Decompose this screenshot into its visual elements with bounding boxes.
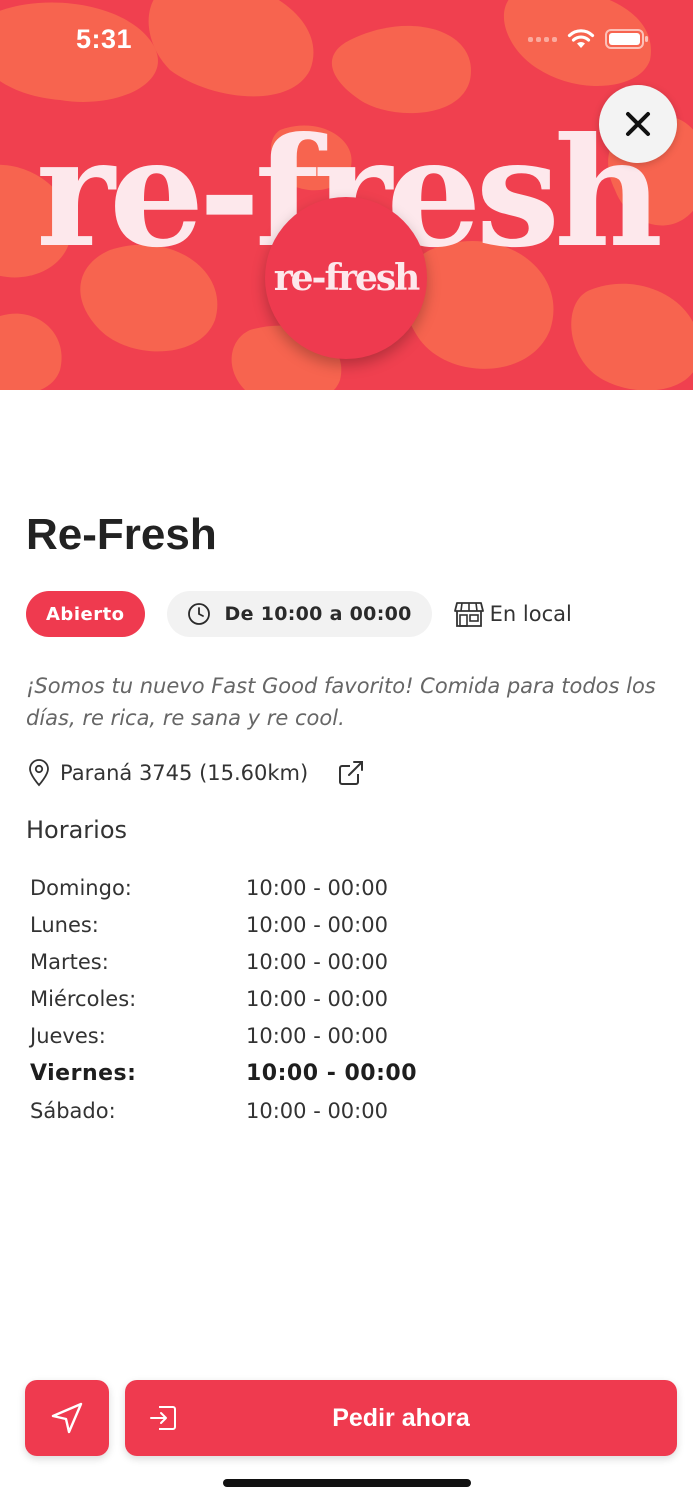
hours-row: Lunes: 10:00 - 00:00 bbox=[30, 906, 417, 943]
hours-chip-label: De 10:00 a 00:00 bbox=[224, 603, 412, 625]
hours-day: Miércoles: bbox=[30, 987, 137, 1012]
status-bar: 5:31 bbox=[0, 0, 693, 80]
hours-table: Domingo: 10:00 - 00:00 Lunes: 10:00 - 00… bbox=[30, 869, 417, 1129]
hours-row: Domingo: 10:00 - 00:00 bbox=[30, 869, 417, 906]
logo-text: re-fresh bbox=[273, 257, 421, 299]
store-name: Re-Fresh bbox=[26, 510, 217, 559]
status-badge: Abierto bbox=[26, 591, 145, 637]
home-indicator bbox=[223, 1479, 471, 1487]
hours-day: Lunes: bbox=[30, 912, 99, 937]
close-icon bbox=[626, 112, 650, 136]
status-time: 5:31 bbox=[76, 24, 133, 54]
navigation-arrow-icon bbox=[51, 1402, 83, 1434]
hours-time: 10:00 - 00:00 bbox=[246, 1061, 418, 1087]
hours-time: 10:00 - 00:00 bbox=[246, 987, 388, 1012]
hours-chip: De 10:00 a 00:00 bbox=[166, 591, 432, 637]
hours-day: Jueves: bbox=[30, 1024, 106, 1049]
hours-time: 10:00 - 00:00 bbox=[246, 949, 388, 974]
external-link-icon[interactable] bbox=[338, 760, 364, 786]
store-logo: re-fresh bbox=[265, 197, 427, 359]
signal-icon bbox=[528, 36, 557, 42]
address-text: Paraná 3745 (15.60km) bbox=[60, 761, 309, 785]
hours-time: 10:00 - 00:00 bbox=[246, 912, 388, 937]
hours-day: Viernes: bbox=[30, 1061, 137, 1087]
hours-time: 10:00 - 00:00 bbox=[246, 1098, 388, 1123]
order-now-label: Pedir ahora bbox=[332, 1403, 470, 1432]
hours-time: 10:00 - 00:00 bbox=[246, 875, 388, 900]
hours-row: Martes: 10:00 - 00:00 bbox=[30, 943, 417, 980]
hours-row: Sábado: 10:00 - 00:00 bbox=[30, 1092, 417, 1129]
close-button[interactable] bbox=[599, 85, 677, 163]
battery-icon bbox=[605, 29, 648, 49]
service-type-label: En local bbox=[489, 602, 572, 626]
location-pin-icon bbox=[28, 759, 50, 787]
store-address: Paraná 3745 (15.60km) bbox=[28, 759, 364, 787]
order-now-button[interactable]: Pedir ahora bbox=[125, 1380, 677, 1456]
store-icon bbox=[453, 602, 484, 627]
navigate-button[interactable] bbox=[25, 1380, 109, 1456]
hours-title: Horarios bbox=[26, 816, 128, 844]
clock-icon bbox=[187, 603, 210, 625]
hours-row: Jueves: 10:00 - 00:00 bbox=[30, 1018, 417, 1055]
hours-row: Miércoles: 10:00 - 00:00 bbox=[30, 981, 417, 1018]
wifi-icon bbox=[567, 29, 595, 48]
store-description: ¡Somos tu nuevo Fast Good favorito! Comi… bbox=[26, 674, 656, 730]
store-info-chips: Abierto De 10:00 a 00:00 En local bbox=[26, 591, 572, 637]
hours-day: Martes: bbox=[30, 949, 109, 974]
hours-day: Sábado: bbox=[30, 1098, 116, 1123]
service-type: En local bbox=[453, 600, 572, 628]
hours-day: Domingo: bbox=[30, 875, 132, 900]
hours-row-today: Viernes: 10:00 - 00:00 bbox=[30, 1055, 417, 1092]
hours-time: 10:00 - 00:00 bbox=[246, 1024, 388, 1049]
status-icons bbox=[528, 28, 649, 50]
